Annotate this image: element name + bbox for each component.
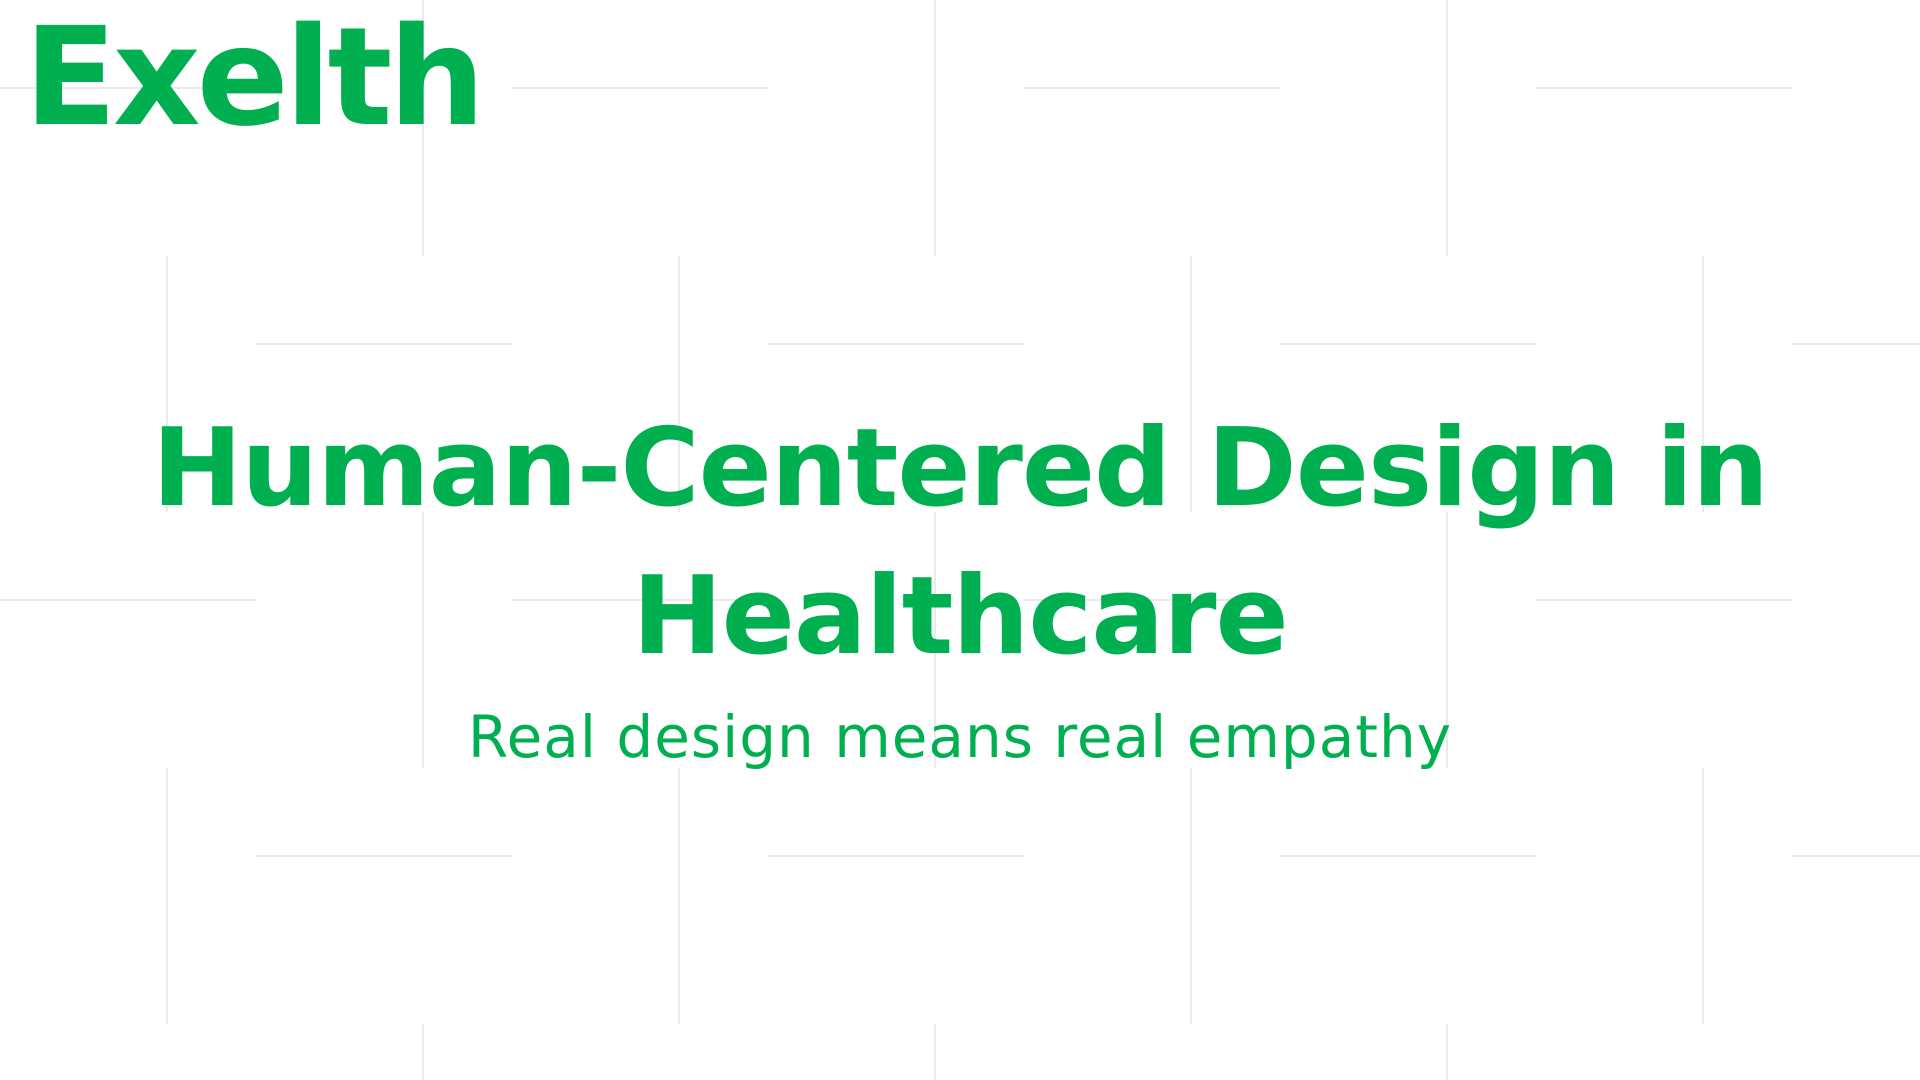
- headline-line-2: Healthcare: [632, 554, 1288, 679]
- hero-section: Human-Centered Design in Healthcare Real…: [0, 395, 1920, 777]
- subtitle: Real design means real empathy: [467, 703, 1453, 771]
- brand-logo: Exelth: [24, 0, 485, 157]
- slide-canvas: Exelth Human-Centered Design in Healthca…: [0, 0, 1920, 1080]
- headline-line-1: Human-Centered Design in: [152, 406, 1769, 531]
- headline: Human-Centered Design in Healthcare: [60, 395, 1860, 691]
